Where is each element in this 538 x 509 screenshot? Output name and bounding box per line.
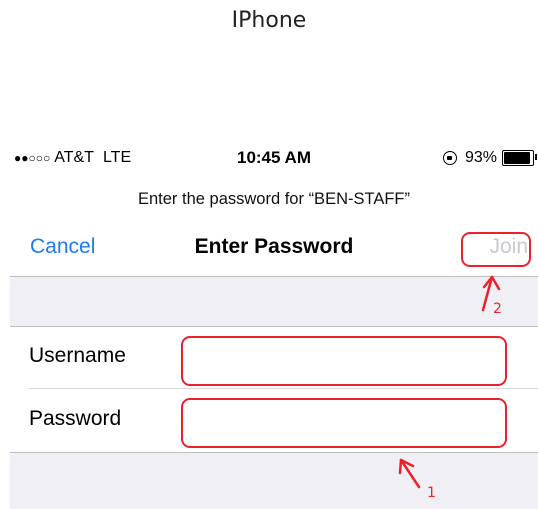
image-caption: IPhone	[231, 8, 307, 33]
step-number-2: 2	[493, 301, 502, 317]
iphone-screen: ●●○○○ AT&T LTE 10:45 AM 93% Enter the pa…	[10, 142, 538, 509]
step-number-1: 1	[427, 485, 436, 501]
annotation-arrows	[398, 275, 501, 489]
